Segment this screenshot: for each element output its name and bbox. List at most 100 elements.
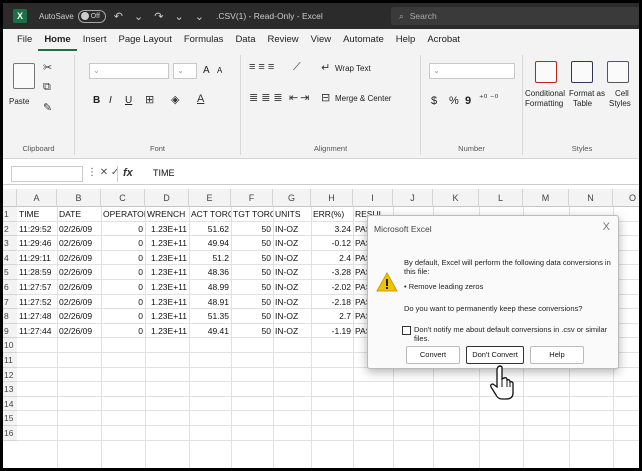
table-cell[interactable]: 1.23E+11 xyxy=(145,265,189,279)
table-cell[interactable]: 1.23E+11 xyxy=(145,236,189,250)
decimal-icons[interactable]: ⁺⁰ ⁻⁰ xyxy=(479,93,498,104)
table-cell[interactable]: -2.02 xyxy=(311,280,353,294)
tab-acrobat[interactable]: Acrobat xyxy=(421,29,466,51)
table-cell[interactable]: 11:28:59 xyxy=(17,265,57,279)
borders-icon[interactable]: ⊞ xyxy=(145,93,154,106)
row-header-6[interactable]: 6 xyxy=(3,280,17,295)
wrap-text-button[interactable]: Wrap Text xyxy=(335,64,371,73)
table-cell[interactable]: IN-OZ xyxy=(273,251,311,265)
table-cell[interactable]: 0 xyxy=(101,251,145,265)
dont-notify-checkbox[interactable] xyxy=(402,326,411,335)
row-header-13[interactable]: 13 xyxy=(3,382,17,397)
paste-icon[interactable] xyxy=(13,63,35,89)
tab-view[interactable]: View xyxy=(305,29,337,51)
row-header-4[interactable]: 4 xyxy=(3,250,17,266)
fx-icon[interactable]: fx xyxy=(123,167,133,179)
name-box[interactable] xyxy=(11,166,83,182)
column-header-g[interactable]: G xyxy=(273,189,311,207)
convert-button[interactable]: Convert xyxy=(406,346,460,364)
table-cell[interactable]: 2.7 xyxy=(311,309,353,323)
table-label[interactable]: Table xyxy=(573,99,592,108)
vertical-align-icons[interactable]: ≡≡≡ xyxy=(249,61,277,73)
table-cell[interactable]: 0 xyxy=(101,280,145,294)
table-cell[interactable]: 48.36 xyxy=(189,265,231,279)
cut-icon[interactable]: ✂ xyxy=(43,61,52,74)
table-cell[interactable]: -0.12 xyxy=(311,236,353,250)
table-cell[interactable]: 51.2 xyxy=(189,251,231,265)
table-cell[interactable]: 1.23E+11 xyxy=(145,295,189,309)
column-header-k[interactable]: K xyxy=(433,189,479,207)
table-cell[interactable]: IN-OZ xyxy=(273,295,311,309)
orientation-icon[interactable]: ⟋ xyxy=(293,61,301,74)
column-header-o[interactable]: O xyxy=(613,189,639,207)
row-header-10[interactable]: 10 xyxy=(3,338,17,353)
conditional-formatting-icon[interactable] xyxy=(535,61,557,83)
table-cell[interactable]: 11:29:52 xyxy=(17,222,57,236)
tab-review[interactable]: Review xyxy=(262,29,305,51)
formatting-label[interactable]: Formatting xyxy=(525,99,563,108)
table-cell[interactable]: IN-OZ xyxy=(273,324,311,338)
table-cell[interactable]: 02/26/09 xyxy=(57,324,101,338)
tab-formulas[interactable]: Formulas xyxy=(178,29,230,51)
table-cell[interactable]: -2.18 xyxy=(311,295,353,309)
table-cell[interactable]: 50 xyxy=(231,309,273,323)
column-header-i[interactable]: I xyxy=(353,189,393,207)
table-cell[interactable]: 02/26/09 xyxy=(57,280,101,294)
tab-help[interactable]: Help xyxy=(390,29,422,51)
table-cell[interactable]: 11:27:52 xyxy=(17,295,57,309)
indent-icons[interactable]: ⇤⇥ xyxy=(289,91,311,104)
percent-button[interactable]: % xyxy=(449,95,459,107)
table-cell[interactable]: 50 xyxy=(231,265,273,279)
table-cell[interactable]: 50 xyxy=(231,324,273,338)
table-cell[interactable]: 1.23E+11 xyxy=(145,324,189,338)
table-cell[interactable]: 50 xyxy=(231,295,273,309)
currency-button[interactable]: $ xyxy=(431,95,437,107)
tab-insert[interactable]: Insert xyxy=(77,29,113,51)
column-header-h[interactable]: H xyxy=(311,189,353,207)
header-cell[interactable]: ERR(%) xyxy=(311,207,353,221)
comma-style-button[interactable]: 9 xyxy=(465,95,471,107)
table-cell[interactable]: 02/26/09 xyxy=(57,236,101,250)
table-cell[interactable]: 02/26/09 xyxy=(57,222,101,236)
cell-label[interactable]: Cell xyxy=(615,89,629,98)
table-cell[interactable]: 02/26/09 xyxy=(57,309,101,323)
table-cell[interactable]: 50 xyxy=(231,236,273,250)
header-cell[interactable]: TIME xyxy=(17,207,57,221)
table-cell[interactable]: 1.23E+11 xyxy=(145,309,189,323)
table-cell[interactable]: 51.35 xyxy=(189,309,231,323)
table-cell[interactable]: 0 xyxy=(101,324,145,338)
paste-button[interactable]: Paste xyxy=(9,97,29,106)
grow-font-button[interactable]: A xyxy=(203,65,210,76)
row-header-2[interactable]: 2 xyxy=(3,221,17,237)
table-cell[interactable]: 3.24 xyxy=(311,222,353,236)
row-header-16[interactable]: 16 xyxy=(3,426,17,441)
column-header-m[interactable]: M xyxy=(523,189,569,207)
merge-center-button[interactable]: Merge & Center xyxy=(335,94,391,103)
table-cell[interactable]: 0 xyxy=(101,265,145,279)
row-header-9[interactable]: 9 xyxy=(3,323,17,339)
table-cell[interactable]: IN-OZ xyxy=(273,309,311,323)
header-cell[interactable]: TGT TORQ xyxy=(231,207,273,221)
row-header-12[interactable]: 12 xyxy=(3,367,17,383)
format-as-table-icon[interactable] xyxy=(571,61,593,83)
table-cell[interactable]: 02/26/09 xyxy=(57,265,101,279)
row-header-14[interactable]: 14 xyxy=(3,396,17,412)
shrink-font-button[interactable]: A xyxy=(217,66,222,75)
conditional-label[interactable]: Conditional xyxy=(525,89,565,98)
table-cell[interactable]: 11:29:46 xyxy=(17,236,57,250)
header-cell[interactable]: WRENCH xyxy=(145,207,189,221)
undo-redo-icons[interactable]: ↶ ⌄ ↷ ⌄ ⌄ xyxy=(114,10,208,23)
close-icon[interactable]: X xyxy=(603,221,610,233)
select-all-corner[interactable] xyxy=(3,189,17,207)
table-cell[interactable]: 0 xyxy=(101,236,145,250)
fill-color-icon[interactable]: ◈ xyxy=(171,93,179,106)
dont-convert-button[interactable]: Don't Convert xyxy=(466,346,524,364)
table-cell[interactable]: 11:27:57 xyxy=(17,280,57,294)
row-header-3[interactable]: 3 xyxy=(3,236,17,251)
help-button[interactable]: Help xyxy=(530,346,584,364)
search-box[interactable]: ⌕ Search xyxy=(391,7,639,25)
column-header-l[interactable]: L xyxy=(479,189,523,207)
table-cell[interactable]: 48.99 xyxy=(189,280,231,294)
font-name-combo[interactable]: ⌄ xyxy=(89,63,169,79)
table-cell[interactable]: 11:27:48 xyxy=(17,309,57,323)
